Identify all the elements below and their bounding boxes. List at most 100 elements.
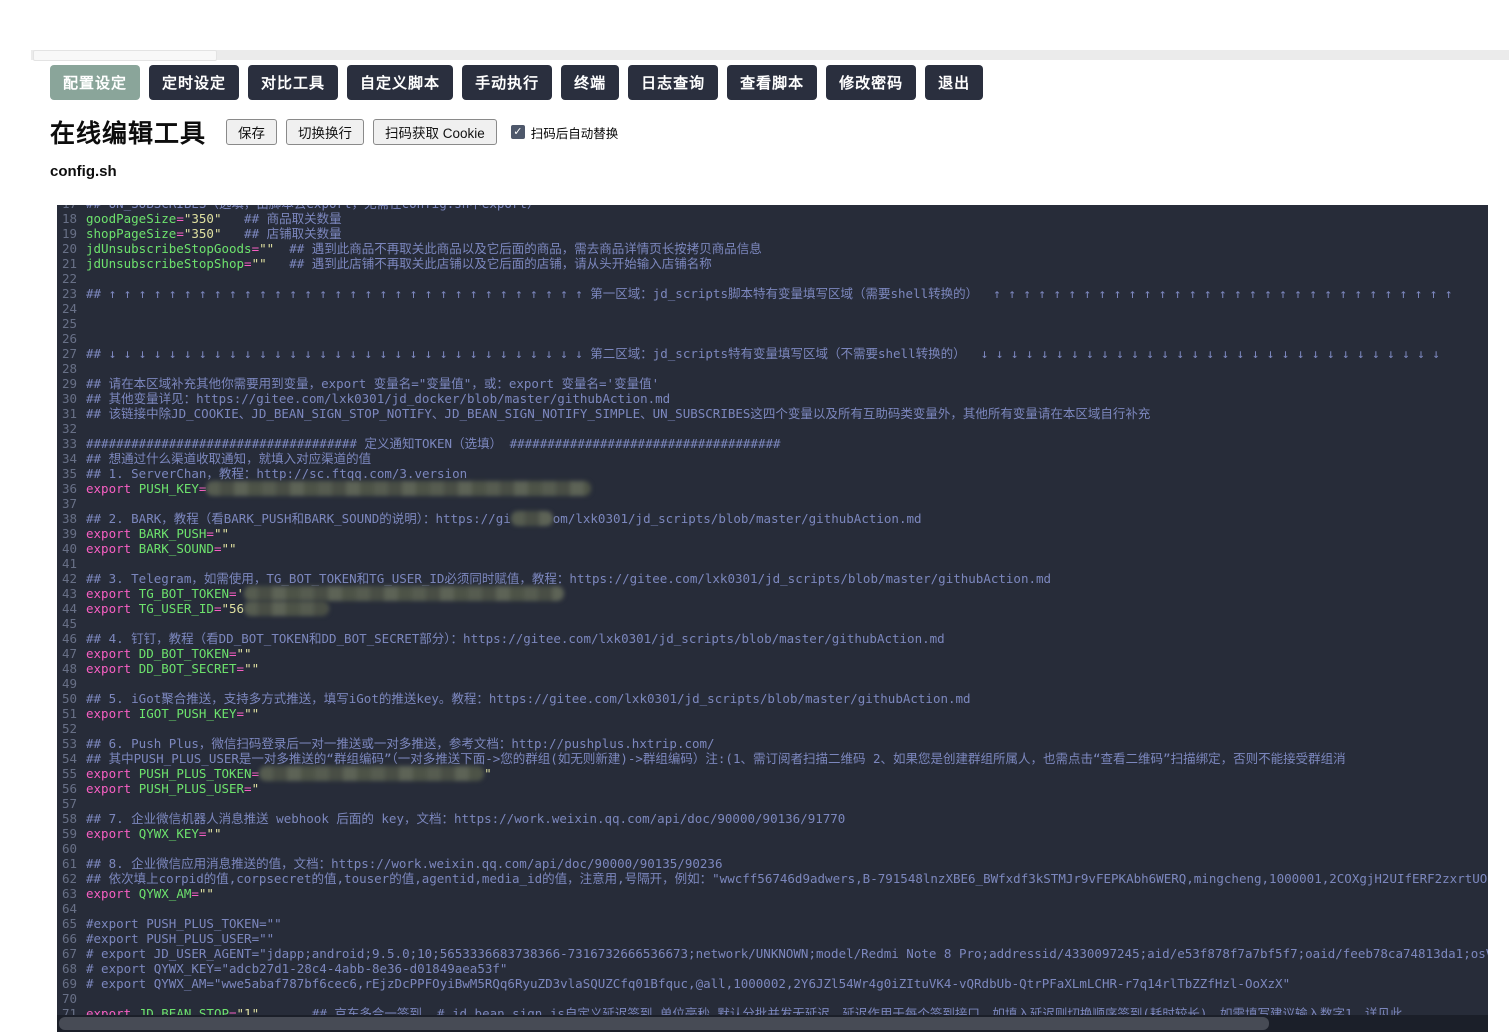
code-line: 32 — [57, 421, 1488, 436]
code-line: 22 — [57, 271, 1488, 286]
nav-compare-button[interactable]: 对比工具 — [248, 65, 339, 100]
editor-hscrollbar-thumb[interactable] — [59, 1017, 1269, 1030]
line-code: ## 请在本区域补充其他你需要用到变量，export 变量名="变量值"，或：e… — [86, 376, 659, 391]
line-number: 49 — [61, 676, 77, 691]
code-line: 18 goodPageSize="350" ## 商品取关数量 — [57, 211, 1488, 226]
line-code: #export PUSH_PLUS_TOKEN="" — [86, 916, 282, 931]
variable-token: QYWX_KEY — [138, 826, 199, 841]
keyword-token: export — [86, 826, 139, 841]
string-token: ' — [236, 586, 245, 601]
main-nav: 配置设定 定时设定 对比工具 自定义脚本 手动执行 终端 日志查询 查看脚本 修改密码 退出 — [50, 65, 984, 100]
line-code: ## 该链接中除JD_COOKIE、JD_BEAN_SIGN_STOP_NOTI… — [86, 406, 1150, 421]
comment-token: ## 4. 钉钉，教程（看DD_BOT_TOKEN和DD_BOT_SECRET部… — [86, 631, 945, 646]
line-number: 34 — [61, 451, 77, 466]
line-number: 29 — [61, 376, 77, 391]
comment-token: ## 8. 企业微信应用消息推送的值，文档：https://work.weixi… — [86, 856, 723, 871]
line-number: 62 — [61, 871, 77, 886]
auto-replace-checkbox[interactable]: ✓ — [510, 125, 525, 139]
line-number: 67 — [61, 946, 77, 961]
code-line: 67 # export JD_USER_AGENT="jdapp;android;… — [57, 946, 1488, 961]
code-line: 34 ## 想通过什么渠道收取通知，就填入对应渠道的值 — [57, 451, 1488, 466]
nav-change-password-button[interactable]: 修改密码 — [826, 65, 917, 100]
line-number: 21 — [61, 256, 77, 271]
file-name-label: config.sh — [50, 163, 117, 180]
censored-value — [244, 601, 330, 616]
operator-token: = — [198, 481, 207, 496]
line-code: ## ↑ ↑ ↑ ↑ ↑ ↑ ↑ ↑ ↑ ↑ ↑ ↑ ↑ ↑ ↑ ↑ ↑ ↑ ↑… — [86, 286, 1452, 301]
line-code: export PUSH_PLUS_USER=" — [86, 781, 259, 796]
code-line: 27 ## ↓ ↓ ↓ ↓ ↓ ↓ ↓ ↓ ↓ ↓ ↓ ↓ ↓ ↓ ↓ ↓ ↓ ↓… — [57, 346, 1488, 361]
keyword-token: export — [86, 481, 139, 496]
code-line: 69 # export QYWX_AM="wwe5abaf787bf6cec6,r… — [57, 976, 1488, 991]
variable-token: PUSH_PLUS_USER — [138, 781, 245, 796]
nav-schedule-button[interactable]: 定时设定 — [149, 65, 240, 100]
string-token: "" — [259, 241, 275, 256]
code-line: 44 export TG_USER_ID="56 — [57, 601, 1488, 616]
keyword-token: export — [86, 781, 139, 796]
comment-token: ## 遇到此商品不再取关此商品以及它后面的商品，需去商品详情页长按拷贝商品信息 — [274, 241, 762, 256]
comment-token: ## 6. Push Plus，微信扫码登录后一对一推送或一对多推送，参考文档：… — [86, 736, 715, 751]
toggle-wrap-button[interactable]: 切换换行 — [286, 119, 365, 145]
keyword-token: export — [86, 661, 139, 676]
line-code: ## 依次填上corpid的值,corpsecret的值,touser的值,ag… — [86, 871, 1488, 886]
comment-token: ## 遇到此店铺不再取关此店铺以及它后面的店铺，请从头开始输入店铺名称 — [266, 256, 712, 271]
nav-custom-script-button[interactable]: 自定义脚本 — [347, 65, 454, 100]
code-line: 39 export BARK_PUSH="" — [57, 526, 1488, 541]
line-code: ## 其中PUSH_PLUS_USER是一对多推送的“群组编码”（一对多推送下面… — [86, 751, 1346, 766]
toolbar-buttons: 保存 切换换行 扫码获取 Cookie — [226, 119, 497, 145]
variable-token: shopPageSize — [86, 226, 177, 241]
operator-token: = — [251, 766, 260, 781]
line-number: 23 — [61, 286, 77, 301]
line-code: export TG_BOT_TOKEN=' — [86, 586, 565, 601]
variable-token: TG_BOT_TOKEN — [138, 586, 229, 601]
line-number: 20 — [61, 241, 77, 256]
nav-logout-button[interactable]: 退出 — [925, 65, 984, 100]
editor-lines: 17## UN_SUBSCRIBES（选填，由脚本去export，无需在conf… — [57, 205, 1488, 1021]
code-line: 65 #export PUSH_PLUS_TOKEN="" — [57, 916, 1488, 931]
line-number: 57 — [61, 796, 77, 811]
line-number: 35 — [61, 466, 77, 481]
line-code: export DD_BOT_SECRET="" — [86, 661, 259, 676]
string-token: "" — [244, 706, 260, 721]
code-line: 37 — [57, 496, 1488, 511]
code-line: 70 — [57, 991, 1488, 1006]
line-number: 69 — [61, 976, 77, 991]
line-number: 70 — [61, 991, 77, 1006]
code-line: 45 — [57, 616, 1488, 631]
comment-token: #export PUSH_PLUS_TOKEN="" — [86, 916, 282, 931]
censored-value — [244, 586, 565, 601]
code-line: 31 ## 该链接中除JD_COOKIE、JD_BEAN_SIGN_STOP_NO… — [57, 406, 1488, 421]
line-code: jdUnsubscribeStopShop="" ## 遇到此店铺不再取关此店铺… — [86, 256, 712, 271]
string-token: "350" — [183, 211, 222, 226]
variable-token: goodPageSize — [86, 211, 177, 226]
comment-token: #################################### 定义通… — [86, 436, 781, 451]
operator-token: = — [229, 646, 237, 661]
nav-view-script-button[interactable]: 查看脚本 — [727, 65, 818, 100]
line-code: ## ↓ ↓ ↓ ↓ ↓ ↓ ↓ ↓ ↓ ↓ ↓ ↓ ↓ ↓ ↓ ↓ ↓ ↓ ↓… — [86, 346, 1440, 361]
comment-token: ## 店铺取关数量 — [221, 226, 342, 241]
keyword-token: export — [86, 586, 139, 601]
line-number: 48 — [61, 661, 77, 676]
nav-logs-button[interactable]: 日志查询 — [628, 65, 719, 100]
line-number: 52 — [61, 721, 77, 736]
nav-manual-run-button[interactable]: 手动执行 — [462, 65, 553, 100]
comment-token: #export PUSH_PLUS_USER="" — [86, 931, 275, 946]
line-code: jdUnsubscribeStopGoods="" ## 遇到此商品不再取关此商… — [86, 241, 762, 256]
code-line: 48 export DD_BOT_SECRET="" — [57, 661, 1488, 676]
line-number: 68 — [61, 961, 77, 976]
line-number: 63 — [61, 886, 77, 901]
nav-config-button[interactable]: 配置设定 — [50, 65, 141, 100]
line-number: 30 — [61, 391, 77, 406]
top-scroll-thumb[interactable] — [33, 50, 217, 61]
line-code: export PUSH_PLUS_TOKEN= " — [86, 766, 492, 781]
string-token: "" — [236, 646, 252, 661]
line-code: #################################### 定义通… — [86, 436, 781, 451]
scan-cookie-button[interactable]: 扫码获取 Cookie — [373, 119, 497, 145]
variable-token: PUSH_PLUS_TOKEN — [138, 766, 252, 781]
nav-terminal-button[interactable]: 终端 — [561, 65, 620, 100]
line-code: export QYWX_AM="" — [86, 886, 214, 901]
code-editor[interactable]: 17## UN_SUBSCRIBES（选填，由脚本去export，无需在conf… — [57, 205, 1488, 1032]
line-number: 50 — [61, 691, 77, 706]
save-button[interactable]: 保存 — [226, 119, 278, 145]
keyword-token: export — [86, 526, 139, 541]
